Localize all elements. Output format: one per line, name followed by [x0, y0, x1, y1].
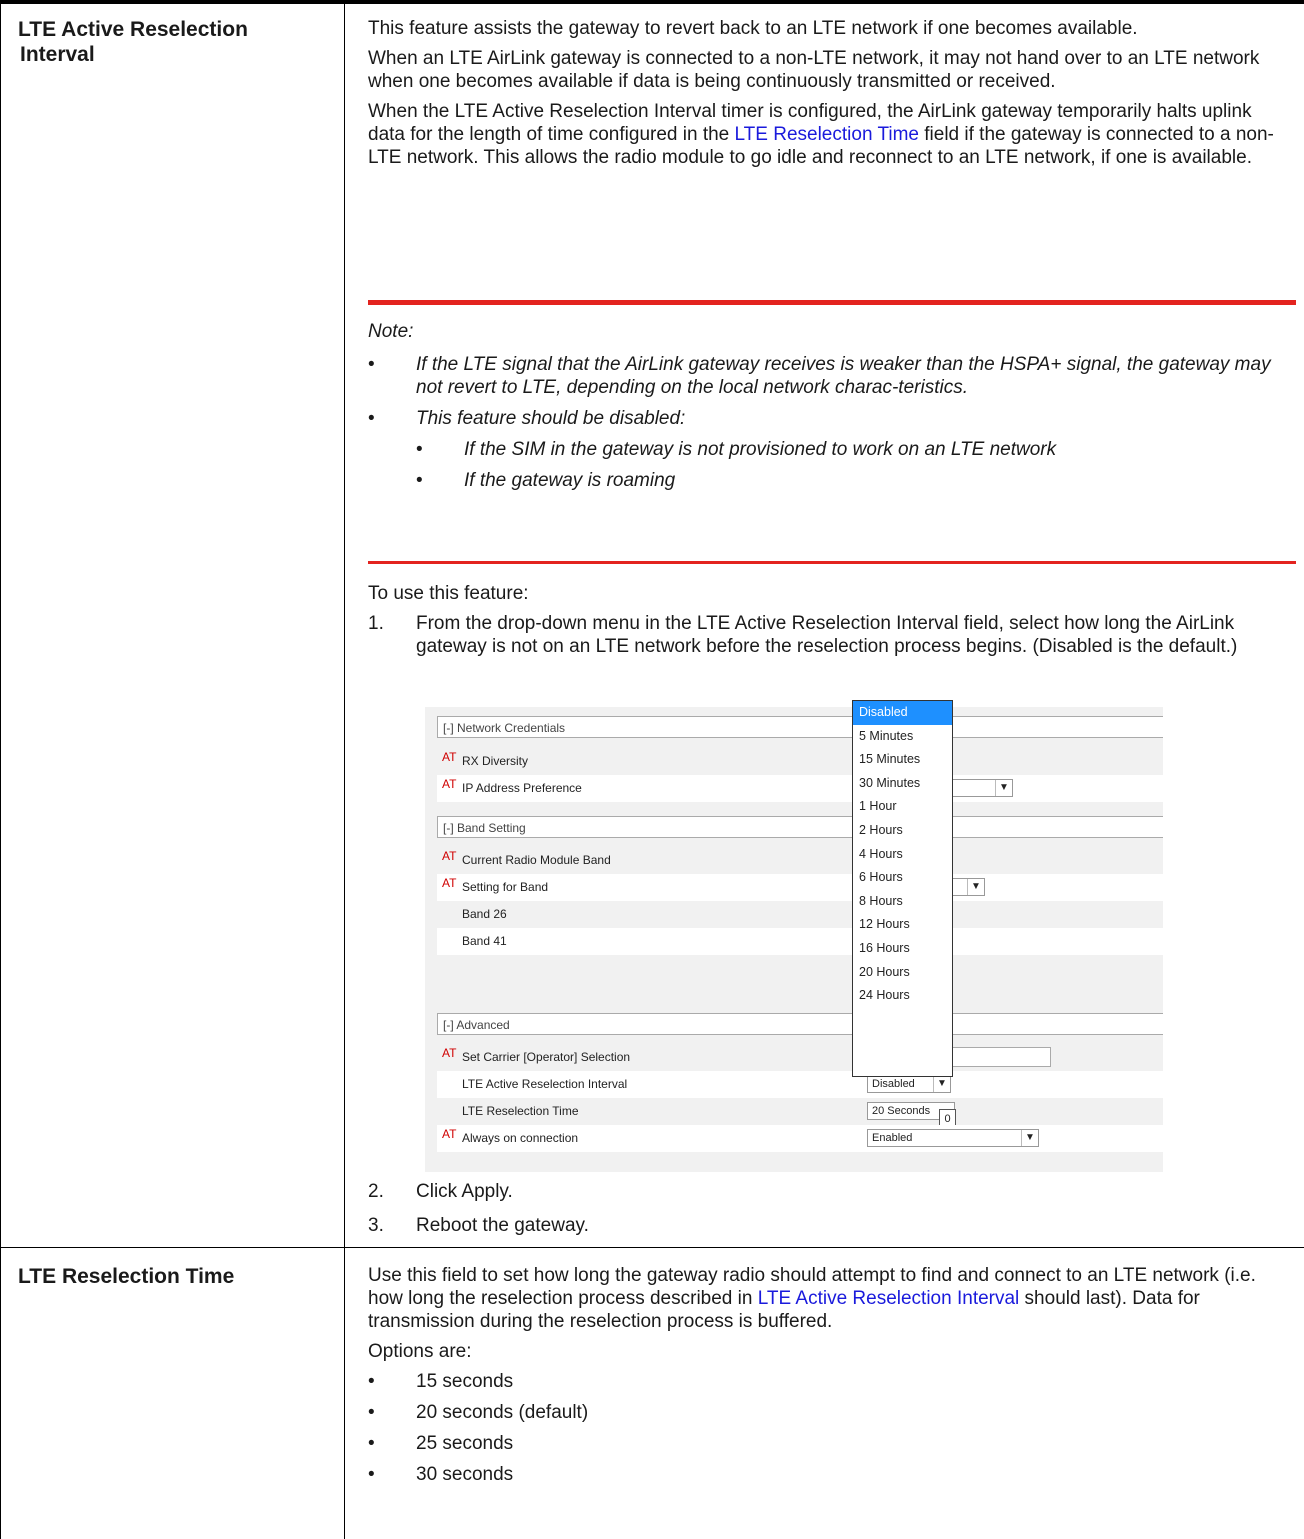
select-value: Enabled [872, 1132, 913, 1144]
dropdown-option[interactable]: 6 Hours [853, 866, 952, 890]
term-lte-reselection-time: LTE Reselection Time [18, 1264, 234, 1289]
note-bullet: If the LTE signal that the AirLink gatew… [368, 353, 1288, 399]
row-lte-active-reselection: LTE Active Reselection Interval Disabled… [437, 1071, 1163, 1098]
row-lte-reselection-time: LTE Reselection Time 20 Seconds 0 [437, 1098, 1163, 1129]
chevron-down-icon: ▼ [933, 1076, 950, 1092]
term-line: LTE Active Reselection [18, 18, 248, 41]
dropdown-option[interactable]: 15 Minutes [853, 748, 952, 772]
link-lte-reselection-time[interactable]: LTE Reselection Time [735, 124, 919, 145]
note-bottom-rule [368, 561, 1296, 564]
note-block: Note: If the LTE signal that the AirLink… [368, 320, 1288, 500]
term-line: LTE Reselection Time [18, 1265, 235, 1288]
chevron-down-icon: ▼ [995, 780, 1012, 796]
dropdown-option[interactable]: 8 Hours [853, 890, 952, 914]
options-label: Options are: [368, 1341, 472, 1362]
interval-dropdown-list[interactable]: Disabled 5 Minutes 15 Minutes 30 Minutes… [852, 700, 953, 1077]
at-marker: AT [442, 849, 457, 863]
note-label: Note: [368, 321, 414, 342]
field-label: Band 26 [462, 907, 507, 921]
chevron-down-icon: ▼ [1021, 1130, 1038, 1146]
intro-paragraph: This feature assists the gateway to reve… [368, 18, 1138, 39]
step-item: 1. From the drop-down menu in the LTE Ac… [368, 612, 1292, 658]
step-text: Reboot the gateway. [416, 1215, 589, 1236]
row-current-radio-band: AT Current Radio Module Band [437, 847, 1163, 874]
row-band-41: Band 41 [437, 928, 1163, 955]
field-label: Setting for Band [462, 880, 549, 894]
field-label: Always on connection [462, 1131, 579, 1145]
steps-block-continued: 2. Click Apply. 3. Reboot the gateway. [368, 1180, 1292, 1237]
table-row-divider [0, 1247, 1304, 1248]
select-value: Disabled [872, 1078, 915, 1090]
table-top-rule [0, 0, 1304, 4]
at-marker: AT [442, 1127, 457, 1141]
table-left-border [0, 4, 1, 1539]
description-block: This feature assists the gateway to reve… [368, 17, 1292, 176]
field-label: Set Carrier [Operator] Selection [462, 1050, 631, 1064]
step-item: 2. Click Apply. [368, 1180, 1292, 1203]
note-sub-bullet: If the SIM in the gateway is not provisi… [368, 438, 1288, 461]
row-rx-diversity: AT RX Diversity [437, 748, 1163, 775]
step-text: From the drop-down menu in the LTE Activ… [416, 613, 1238, 657]
dropdown-option[interactable]: 24 Hours [853, 984, 952, 1008]
option-item: 30 seconds [368, 1463, 1292, 1486]
always-on-select[interactable]: Enabled ▼ [867, 1129, 1039, 1147]
paragraph: When an LTE AirLink gateway is connected… [368, 48, 1260, 92]
option-item: 20 seconds (default) [368, 1401, 1292, 1424]
at-marker: AT [442, 1046, 457, 1060]
field-label: IP Address Preference [462, 781, 582, 795]
row-band-26: Band 26 [437, 901, 1163, 928]
dropdown-option[interactable]: 5 Minutes [853, 725, 952, 749]
dropdown-option[interactable]: 30 Minutes [853, 772, 952, 796]
at-marker: AT [442, 750, 457, 764]
row-always-on-connection: AT Always on connection Enabled ▼ [437, 1125, 1163, 1152]
step-number: 3. [368, 1215, 384, 1236]
dropdown-option[interactable]: 2 Hours [853, 819, 952, 843]
note-sub-bullet: If the gateway is roaming [368, 469, 1288, 492]
step-item: 3. Reboot the gateway. [368, 1214, 1292, 1237]
option-item: 25 seconds [368, 1432, 1292, 1455]
dropdown-option[interactable]: 16 Hours [853, 937, 952, 961]
row-set-carrier-selection: AT Set Carrier [Operator] Selection [437, 1044, 1163, 1071]
term-line: Interval [20, 43, 95, 66]
field-label: Band 41 [462, 934, 507, 948]
dropdown-option[interactable]: 4 Hours [853, 843, 952, 867]
description-block: Use this field to set how long the gatew… [368, 1264, 1292, 1494]
section-band-setting[interactable]: [-] Band Setting [437, 816, 1163, 838]
chevron-down-icon: ▼ [967, 879, 984, 895]
lte-active-reselection-select[interactable]: Disabled ▼ [867, 1075, 951, 1093]
dropdown-option[interactable]: Disabled [853, 701, 952, 725]
dropdown-option[interactable]: 12 Hours [853, 913, 952, 937]
step-number: 2. [368, 1181, 384, 1202]
table-column-divider [344, 4, 345, 1539]
field-label: RX Diversity [462, 754, 529, 768]
note-bullet: This feature should be disabled: [368, 407, 1288, 430]
step-text: Click Apply. [416, 1181, 513, 1202]
step-number: 1. [368, 613, 384, 634]
paragraph: When the LTE Active Reselection Interval… [368, 100, 1292, 169]
field-label: LTE Active Reselection Interval [462, 1077, 628, 1091]
field-label: LTE Reselection Time [462, 1104, 579, 1118]
steps-intro: To use this feature: [368, 583, 529, 604]
steps-block: To use this feature: 1. From the drop-do… [368, 582, 1292, 658]
row-ip-address-preference: AT IP Address Preference ▼ [437, 775, 1163, 802]
select-value: 20 Seconds [872, 1105, 931, 1117]
term-lte-active-reselection-interval: LTE Active Reselection Interval [18, 17, 248, 67]
section-network-credentials[interactable]: [-] Network Credentials [437, 716, 1163, 738]
row-setting-for-band: AT Setting for Band ▼ [437, 874, 1163, 901]
at-marker: AT [442, 876, 457, 890]
link-lte-active-reselection-interval[interactable]: LTE Active Reselection Interval [758, 1288, 1020, 1309]
paragraph: Use this field to set how long the gatew… [368, 1264, 1292, 1333]
at-marker: AT [442, 777, 457, 791]
section-advanced[interactable]: [-] Advanced [437, 1013, 1163, 1035]
option-item: 15 seconds [368, 1370, 1292, 1393]
field-label: Current Radio Module Band [462, 853, 611, 867]
dropdown-option[interactable]: 1 Hour [853, 795, 952, 819]
embedded-screenshot: [-] Network Credentials AT RX Diversity … [425, 700, 1163, 1172]
note-top-rule [368, 300, 1296, 305]
dropdown-option[interactable]: 20 Hours [853, 961, 952, 985]
